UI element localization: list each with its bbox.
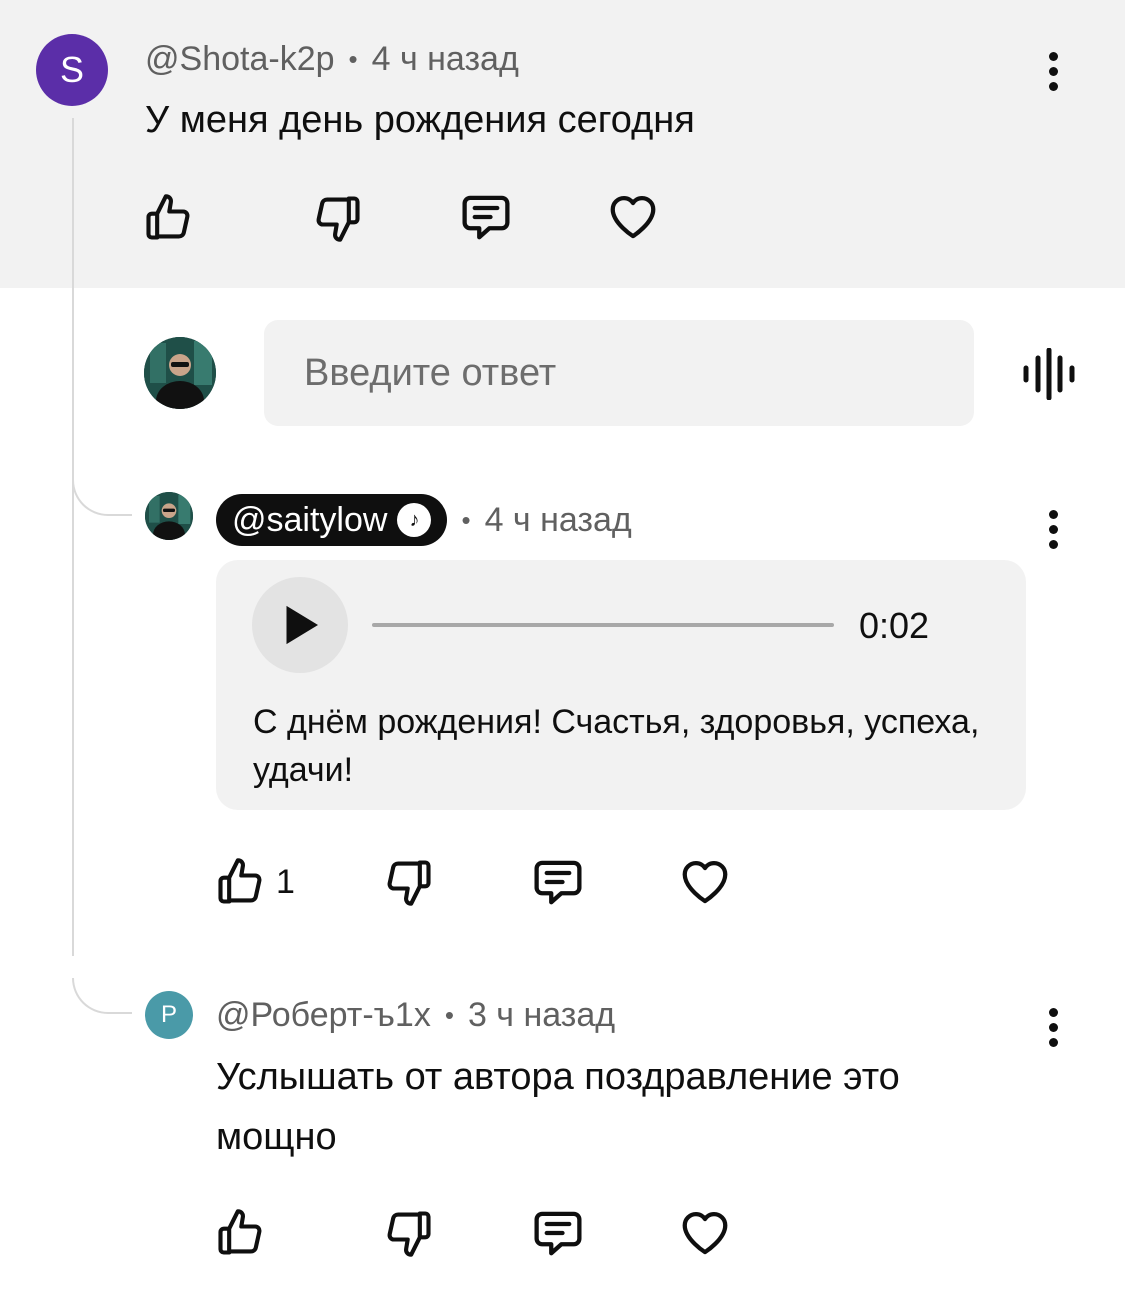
comment-icon [459, 190, 513, 244]
thread-connector [72, 480, 132, 516]
audio-duration: 0:02 [859, 605, 930, 646]
heart-icon [606, 190, 660, 244]
dislike-button[interactable] [383, 856, 435, 908]
author-name[interactable]: @Роберт-ъ1x [216, 996, 431, 1035]
timestamp: 4 ч назад [484, 500, 632, 539]
reply-button[interactable] [459, 190, 513, 244]
comment-meta: @Shota-k2p • 4 ч назад [145, 38, 519, 80]
thumbs-down-icon [312, 192, 364, 244]
heart-icon [678, 855, 732, 909]
dislike-button[interactable] [312, 192, 364, 244]
comment-meta: @saitylow ♪ • 4 ч назад [216, 494, 632, 546]
reply-input-container[interactable] [264, 320, 974, 426]
author-name: @saitylow [232, 500, 388, 539]
heart-button[interactable] [678, 1206, 732, 1260]
heart-button[interactable] [606, 190, 660, 244]
reply-button[interactable] [531, 1206, 585, 1260]
separator-dot: • [461, 504, 471, 535]
reply-button[interactable] [531, 855, 585, 909]
timestamp: 4 ч назад [371, 39, 519, 78]
heart-button[interactable] [678, 855, 732, 909]
voice-transcript: С днём рождения! Счастья, здоровья, успе… [253, 703, 980, 789]
thumbs-up-icon [214, 856, 266, 908]
play-button[interactable] [252, 577, 348, 673]
thread-line [72, 118, 74, 956]
separator-dot: • [348, 43, 358, 74]
comment-icon [531, 855, 585, 909]
more-vertical-icon[interactable] [1047, 1008, 1059, 1047]
more-vertical-icon[interactable] [1047, 52, 1059, 91]
avatar-letter: S [59, 49, 84, 90]
thread-connector [72, 978, 132, 1014]
voice-message-card: 0:02 С днём рождения! Счастья, здоровья,… [216, 560, 1026, 810]
comment-text: Услышать от автора поздравление это мощн… [216, 1056, 900, 1158]
music-note-icon: ♪ [397, 503, 432, 537]
comment-meta: @Роберт-ъ1x • 3 ч назад [216, 994, 615, 1036]
more-vertical-icon[interactable] [1047, 510, 1059, 549]
current-user-avatar [144, 337, 216, 409]
voice-wave-icon[interactable] [1022, 347, 1076, 401]
user-photo [144, 337, 216, 409]
thumbs-down-icon [383, 1207, 435, 1259]
like-count: 1 [276, 862, 295, 901]
comment-icon [531, 1206, 585, 1260]
author-name[interactable]: @Shota-k2p [145, 40, 335, 79]
thumbs-up-icon [214, 1207, 266, 1259]
avatar[interactable] [145, 492, 193, 540]
avatar-letter: Р [160, 1001, 177, 1028]
thumbs-up-icon [142, 192, 194, 244]
audio-progress-bar[interactable] [372, 623, 834, 627]
reply-input[interactable] [302, 350, 946, 396]
author-badge[interactable]: @saitylow ♪ [216, 494, 448, 546]
avatar[interactable]: S [36, 34, 108, 106]
heart-icon [678, 1206, 732, 1260]
like-button[interactable] [214, 1207, 266, 1259]
avatar[interactable]: Р [145, 991, 193, 1039]
separator-dot: • [444, 999, 454, 1030]
comment-text: У меня день рождения сегодня [145, 99, 695, 141]
thumbs-down-icon [383, 856, 435, 908]
user-photo [145, 492, 193, 540]
like-button[interactable]: 1 [214, 856, 295, 908]
timestamp: 3 ч назад [467, 995, 616, 1034]
like-button[interactable] [142, 192, 194, 244]
dislike-button[interactable] [383, 1207, 435, 1259]
play-icon [286, 605, 318, 645]
